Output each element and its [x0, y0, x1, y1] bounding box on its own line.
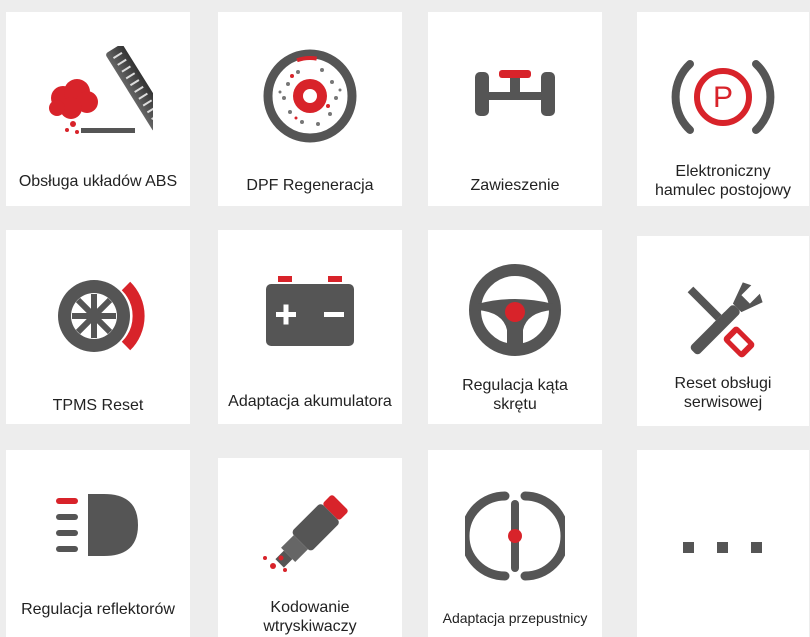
tile-label: Adaptacja przepustnicy: [442, 610, 588, 626]
tile-label: TPMS Reset: [52, 397, 144, 414]
tile-label: Regulacja kąta skrętu: [462, 377, 568, 413]
tile-label: DPF Regeneracja: [246, 177, 374, 194]
more-icon: [637, 542, 809, 554]
dpf-icon: [218, 46, 402, 146]
tile-label: Kodowanie wtryskiwaczy: [263, 599, 357, 635]
tile-label: Elektroniczny hamulec postojowy: [654, 163, 792, 199]
throttle-icon: [428, 486, 602, 586]
tpms-icon: [6, 266, 190, 366]
tile-label: Adaptacja akumulatora: [228, 393, 392, 410]
suspension-icon: [428, 60, 602, 130]
injector-icon: [218, 478, 402, 578]
tile-steering[interactable]: Regulacja kąta skrętu: [428, 230, 602, 424]
steering-wheel-icon: [428, 260, 602, 360]
tile-label: Regulacja reflektorów: [21, 601, 175, 618]
tile-epb[interactable]: P Elektroniczny hamulec postojowy: [637, 12, 809, 206]
tile-abs[interactable]: Obsługa układów ABS: [6, 12, 190, 206]
tile-dpf[interactable]: DPF Regeneracja: [218, 12, 402, 206]
headlight-icon: [6, 490, 190, 560]
tile-suspension[interactable]: Zawieszenie: [428, 12, 602, 206]
abs-icon: [6, 46, 190, 146]
tile-service-reset[interactable]: Reset obsługi serwisowej: [637, 236, 809, 426]
parking-brake-icon: P: [637, 52, 809, 142]
tile-more[interactable]: [637, 450, 809, 637]
service-tools-icon: [637, 272, 809, 372]
svg-text:P: P: [713, 81, 733, 114]
tile-label: Zawieszenie: [470, 177, 560, 194]
tile-battery[interactable]: Adaptacja akumulatora: [218, 230, 402, 424]
tile-label: Reset obsługi serwisowej: [674, 375, 772, 411]
tile-label: Obsługa układów ABS: [18, 173, 178, 190]
tile-injectors[interactable]: Kodowanie wtryskiwaczy: [218, 458, 402, 637]
tile-headlights[interactable]: Regulacja reflektorów: [6, 450, 190, 637]
battery-icon: [218, 272, 402, 352]
tile-throttle[interactable]: Adaptacja przepustnicy: [428, 450, 602, 637]
tile-tpms[interactable]: TPMS Reset: [6, 230, 190, 424]
